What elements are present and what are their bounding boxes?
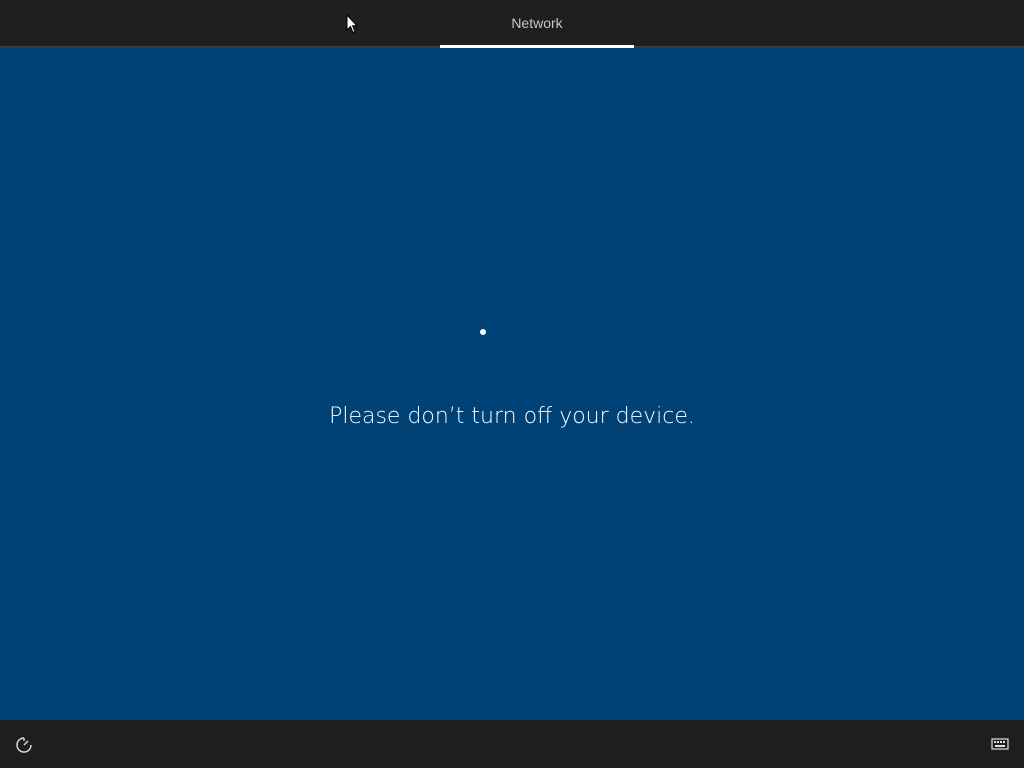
mouse-cursor-icon xyxy=(346,14,358,34)
tab-network[interactable]: Network xyxy=(440,0,634,46)
tab-network-label: Network xyxy=(511,15,563,31)
bottom-bar xyxy=(0,720,1024,768)
main-area: Please don’t turn off your device. xyxy=(0,48,1024,720)
status-message: Please don’t turn off your device. xyxy=(329,404,695,429)
ease-of-access-icon[interactable] xyxy=(15,736,33,754)
top-bar: Network xyxy=(0,0,1024,48)
keyboard-icon[interactable] xyxy=(991,737,1009,751)
progress-spinner-icon xyxy=(480,329,486,335)
